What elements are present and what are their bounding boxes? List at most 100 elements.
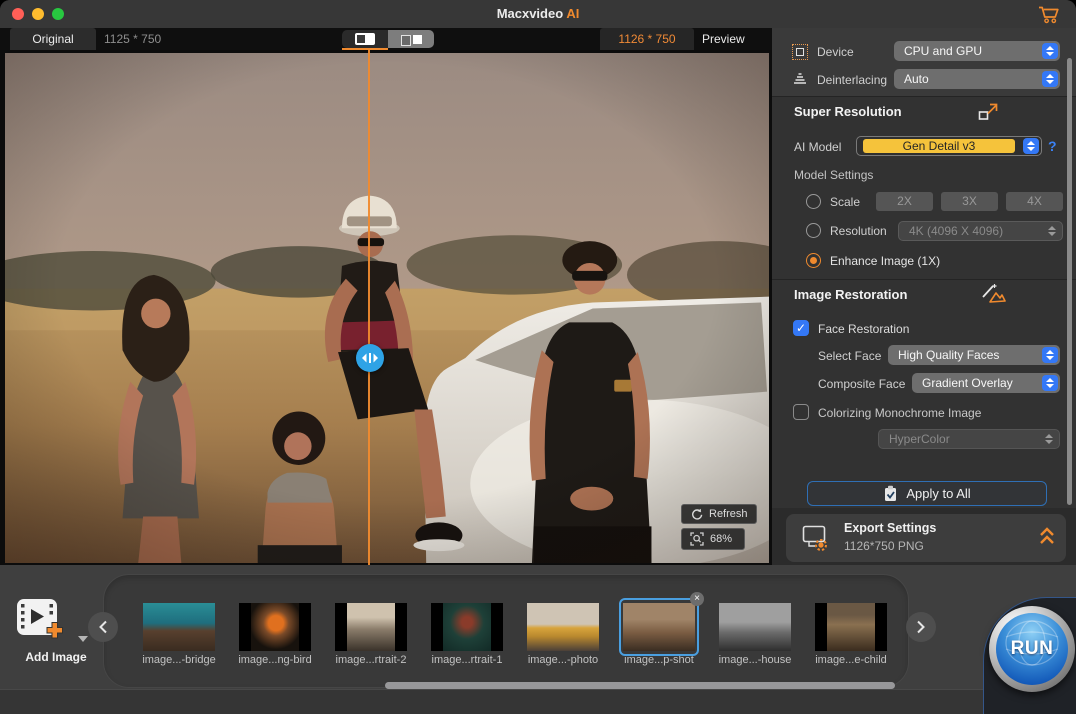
add-image-icon <box>16 598 64 640</box>
deinterlacing-select[interactable]: Auto <box>894 69 1060 89</box>
panel-scrollbar[interactable] <box>1067 58 1072 505</box>
refresh-icon <box>690 508 703 521</box>
app-title-text: Macxvideo <box>497 6 563 21</box>
resolution-radio[interactable] <box>806 223 821 238</box>
stepper-icon <box>1041 431 1057 447</box>
zoom-level-indicator[interactable]: 68% <box>681 528 745 550</box>
check-icon: ✓ <box>796 322 806 334</box>
thumbnail-house[interactable]: image...-house <box>719 603 791 651</box>
image-restoration-title: Image Restoration <box>794 287 907 302</box>
side-by-side-button[interactable] <box>388 30 434 48</box>
select-face-label: Select Face <box>818 349 881 363</box>
device-label: Device <box>817 45 854 59</box>
run-label: RUN <box>1011 638 1054 660</box>
colorizing-checkbox[interactable]: ✓ <box>793 404 809 420</box>
preview-dimensions: 1126 * 750 <box>600 28 694 50</box>
app-title: Macxvideo AI <box>0 0 1076 28</box>
composite-face-value: Gradient Overlay <box>912 376 1042 390</box>
refresh-label: Refresh <box>709 508 748 520</box>
thumbnail-child[interactable]: image...e-child <box>815 603 887 651</box>
scroll-right-button[interactable] <box>906 612 936 642</box>
scale-3x-button[interactable]: 3X <box>941 192 998 211</box>
add-image-label: Add Image <box>10 650 102 664</box>
compare-mode-toggle <box>342 30 434 48</box>
ai-model-select[interactable]: Gen Detail v3 <box>856 136 1042 156</box>
scale-label: Scale <box>830 195 860 209</box>
titlebar: Macxvideo AI <box>0 0 1076 28</box>
compare-split-line[interactable] <box>368 50 370 565</box>
export-settings-title: Export Settings <box>844 521 936 535</box>
bottom-band <box>0 689 1076 714</box>
deinterlacing-label: Deinterlacing <box>817 73 887 87</box>
thumbnail-group-shot[interactable]: image...p-shot × <box>623 603 695 651</box>
thumbnail-portrait-1[interactable]: image...rtrait-1 <box>431 603 503 651</box>
add-image-caret-icon <box>78 636 88 642</box>
ai-model-value: Gen Detail v3 <box>863 139 1015 153</box>
colorizing-label: Colorizing Monochrome Image <box>818 406 981 420</box>
scale-4x-button[interactable]: 4X <box>1006 192 1063 211</box>
preview-photo <box>5 53 769 563</box>
composite-face-select[interactable]: Gradient Overlay <box>912 373 1060 393</box>
preview-toolbar: Original 1125 * 750 1126 * 750 Preview <box>0 28 772 50</box>
export-settings-value: 1126*750 PNG <box>844 539 924 553</box>
super-resolution-icon <box>978 102 999 126</box>
thumbnail-bridge[interactable]: image...-bridge <box>143 603 215 651</box>
ai-model-help-icon[interactable]: ? <box>1048 138 1057 154</box>
filmstrip-section: Add Image image...-bridge image...ng-bir… <box>0 565 1076 714</box>
refresh-button[interactable]: Refresh <box>681 504 757 524</box>
run-button-area: RUN <box>983 597 1076 714</box>
select-face-value: High Quality Faces <box>888 348 1042 362</box>
stepper-icon <box>1044 223 1060 239</box>
section-divider <box>772 279 1076 280</box>
device-select[interactable]: CPU and GPU <box>894 41 1060 61</box>
face-restoration-checkbox[interactable]: ✓ <box>793 320 809 336</box>
compare-split-handle[interactable] <box>356 344 384 372</box>
resolution-label: Resolution <box>830 224 887 238</box>
resolution-select: 4K (4096 X 4096) <box>898 221 1063 241</box>
stepper-icon <box>1023 138 1039 154</box>
thumbnail-photo[interactable]: image...-photo <box>527 603 599 651</box>
apply-to-all-label: Apply to All <box>906 486 970 501</box>
export-settings-icon <box>802 525 830 556</box>
apply-to-all-button[interactable]: Apply to All <box>807 481 1047 506</box>
tab-original[interactable]: Original <box>10 28 96 50</box>
zoom-icon <box>690 532 704 546</box>
scroll-left-button[interactable] <box>88 612 118 642</box>
ai-model-label: AI Model <box>794 140 841 154</box>
stepper-icon <box>1042 43 1058 59</box>
clipboard-icon <box>883 485 898 502</box>
stepper-icon <box>1042 71 1058 87</box>
colorizing-value: HyperColor <box>879 432 1041 446</box>
split-compare-icon <box>355 33 375 45</box>
select-face-select[interactable]: High Quality Faces <box>888 345 1060 365</box>
section-divider <box>772 96 1076 97</box>
cart-icon[interactable] <box>1038 5 1062 24</box>
run-button[interactable]: RUN <box>989 606 1075 692</box>
tab-preview[interactable]: Preview <box>702 28 745 50</box>
split-arrows-icon <box>361 352 379 364</box>
app-title-accent: AI <box>566 6 579 21</box>
face-restoration-label: Face Restoration <box>818 322 909 336</box>
remove-image-button[interactable]: × <box>690 592 704 606</box>
thumbnail-bird[interactable]: image...ng-bird <box>239 603 311 651</box>
enhance-image-radio[interactable] <box>806 253 821 268</box>
zoom-percent-label: 68% <box>710 533 732 545</box>
model-settings-label: Model Settings <box>794 168 873 182</box>
filmstrip-scrollbar[interactable] <box>385 682 895 689</box>
stepper-icon <box>1042 375 1058 391</box>
export-settings-bar[interactable]: Export Settings 1126*750 PNG <box>786 514 1066 562</box>
original-dimensions: 1125 * 750 <box>104 28 161 50</box>
scale-radio[interactable] <box>806 194 821 209</box>
image-preview-area: Refresh 68% <box>0 50 772 565</box>
scale-2x-button[interactable]: 2X <box>876 192 933 211</box>
colorizing-mode-select: HyperColor <box>878 429 1060 449</box>
device-chip-icon <box>792 44 808 60</box>
device-value: CPU and GPU <box>894 44 1042 58</box>
enhance-image-label: Enhance Image (1X) <box>830 254 940 268</box>
collapse-chevrons-icon[interactable] <box>1038 525 1056 552</box>
thumbnail-portrait-2[interactable]: image...rtrait-2 <box>335 603 407 651</box>
split-compare-button[interactable] <box>342 30 388 48</box>
add-image-button[interactable]: Add Image <box>16 598 96 645</box>
app-window: Macxvideo AI Original 1125 * 750 1126 * … <box>0 0 1076 714</box>
resolution-value: 4K (4096 X 4096) <box>899 224 1044 238</box>
